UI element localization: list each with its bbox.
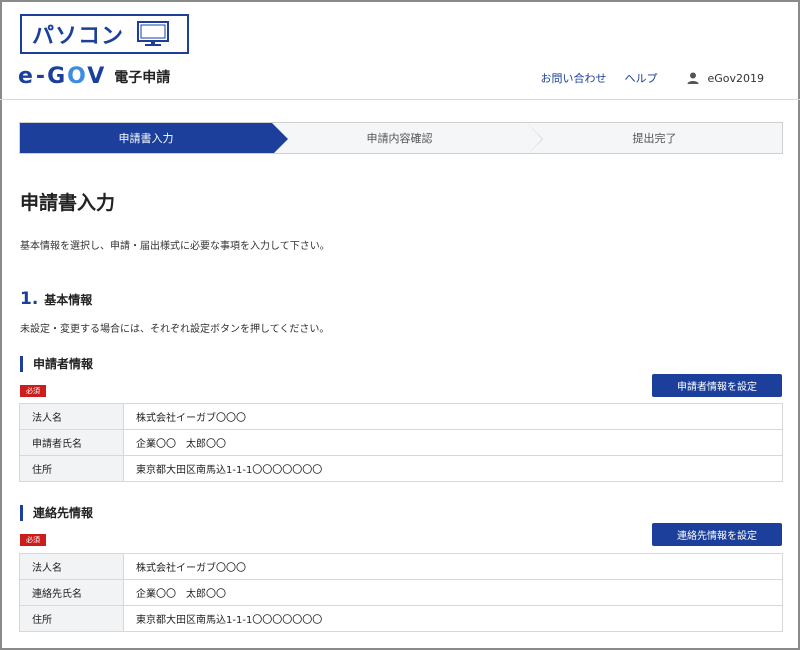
contact-table: 法人名 株式会社イーガブ〇〇〇 連絡先氏名 企業〇〇 太郎〇〇 住所 東京都大田… (19, 553, 783, 632)
set-contact-button[interactable]: 連絡先情報を設定 (652, 523, 782, 546)
row-key: 法人名 (19, 403, 124, 430)
step-confirm: 申請内容確認 (272, 123, 543, 153)
logo-o: O (67, 64, 88, 89)
contact-link[interactable]: お問い合わせ (540, 70, 606, 86)
logo-gov: -GOV (36, 64, 106, 89)
applicant-table: 法人名 株式会社イーガブ〇〇〇 申請者氏名 企業〇〇 太郎〇〇 住所 東京都大田… (19, 403, 783, 482)
table-row: 法人名 株式会社イーガブ〇〇〇 (19, 403, 783, 430)
site-header: e -GOV 電子申請 お問い合わせ ヘルプ eGov2019 (0, 58, 800, 100)
table-row: 連絡先氏名 企業〇〇 太郎〇〇 (19, 579, 783, 606)
table-row: 住所 東京都大田区南馬込1-1-1〇〇〇〇〇〇〇 (19, 455, 783, 482)
step-complete: 提出完了 (632, 132, 677, 145)
logo-dash: - (35, 64, 48, 89)
section-number: 1. (20, 289, 39, 309)
monitor-icon (137, 21, 170, 46)
help-link[interactable]: ヘルプ (624, 70, 657, 86)
egov-logo[interactable]: e -GOV 電子申請 (18, 64, 170, 89)
logo-e: e (18, 64, 34, 89)
row-value: 株式会社イーガブ〇〇〇 (123, 553, 783, 580)
pc-badge-label: パソコン (32, 24, 125, 49)
row-value: 東京都大田区南馬込1-1-1〇〇〇〇〇〇〇 (123, 605, 783, 632)
logo-g: G (47, 64, 68, 89)
section-title: 基本情報 (44, 293, 93, 307)
user-icon (687, 72, 699, 84)
user-menu[interactable]: eGov2019 (687, 72, 764, 85)
row-key: 法人名 (19, 553, 124, 580)
table-row: 法人名 株式会社イーガブ〇〇〇 (19, 553, 783, 580)
progress-steps: 申請書入力 申請内容確認 提出完了 (19, 122, 783, 154)
row-key: 申請者氏名 (19, 429, 124, 456)
row-key: 住所 (19, 605, 124, 632)
page-intro: 基本情報を選択し、申請・届出様式に必要な事項を入力して下さい。 (20, 241, 330, 252)
row-key: 住所 (19, 455, 124, 482)
row-key: 連絡先氏名 (19, 579, 124, 606)
logo-v: V (87, 64, 107, 89)
service-name: 電子申請 (114, 69, 171, 86)
contact-heading: 連絡先情報 (20, 505, 93, 521)
table-row: 住所 東京都大田区南馬込1-1-1〇〇〇〇〇〇〇 (19, 605, 783, 632)
section-note: 未設定・変更する場合には、それぞれ設定ボタンを押してください。 (20, 324, 330, 335)
header-nav: お問い合わせ ヘルプ eGov2019 (522, 70, 764, 86)
contact-required-badge: 必須 (20, 534, 46, 546)
applicant-heading: 申請者情報 (20, 356, 93, 372)
row-value: 東京都大田区南馬込1-1-1〇〇〇〇〇〇〇 (123, 455, 783, 482)
row-value: 企業〇〇 太郎〇〇 (123, 429, 783, 456)
user-name: eGov2019 (707, 71, 764, 85)
row-value: 企業〇〇 太郎〇〇 (123, 579, 783, 606)
row-value: 株式会社イーガブ〇〇〇 (123, 403, 783, 430)
table-row: 申請者氏名 企業〇〇 太郎〇〇 (19, 429, 783, 456)
step-input: 申請書入力 (20, 123, 288, 153)
page-title: 申請書入力 (20, 192, 116, 214)
pc-badge: パソコン (20, 14, 189, 54)
set-applicant-button[interactable]: 申請者情報を設定 (652, 374, 782, 397)
section-heading: 1. 基本情報 (20, 289, 92, 309)
applicant-required-badge: 必須 (20, 385, 46, 397)
